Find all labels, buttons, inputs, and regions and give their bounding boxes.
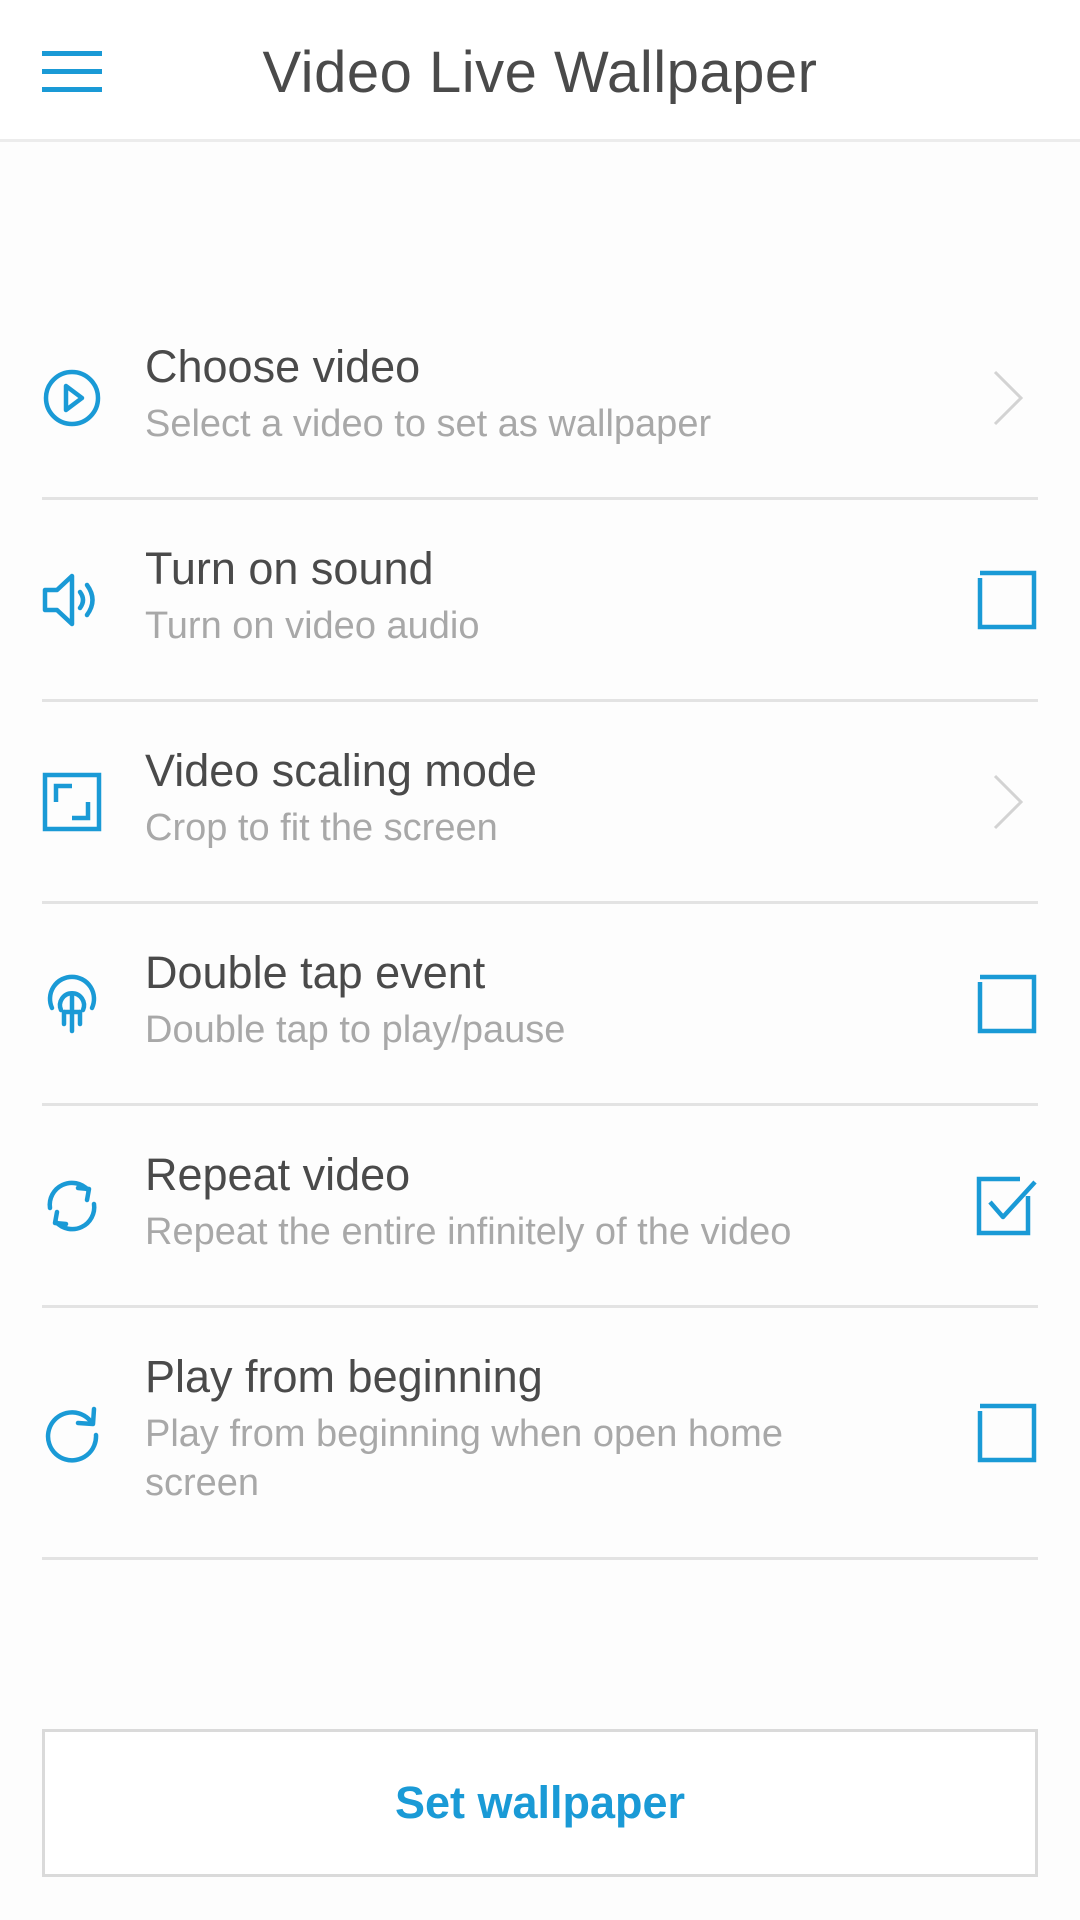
checkbox-unchecked-icon [977,570,1037,629]
page-title: Video Live Wallpaper [262,40,818,105]
settings-list: Choose video Select a video to set as wa… [42,298,1038,1560]
play-from-beginning-checkbox[interactable] [976,1402,1038,1464]
sound-checkbox[interactable] [976,569,1038,631]
setting-subtitle: Select a video to set as wallpaper [145,403,712,445]
repeat-checkbox[interactable] [976,1175,1038,1237]
tap-gesture-icon [47,974,97,1033]
speaker-icon [42,573,95,626]
play-circle-icon [43,369,101,426]
setting-double-tap-event[interactable]: Double tap event Double tap to play/paus… [42,904,1038,1106]
double-tap-checkbox[interactable] [976,973,1038,1035]
crop-frame-icon [42,772,102,831]
setting-subtitle: Double tap to play/pause [145,1009,566,1051]
setting-video-scaling-mode[interactable]: Video scaling mode Crop to fit the scree… [42,702,1038,904]
set-wallpaper-button[interactable]: Set wallpaper [42,1729,1038,1877]
checkbox-checked-icon [976,1176,1037,1235]
setting-title: Choose video [145,341,421,392]
setting-title: Video scaling mode [145,745,537,796]
setting-title: Play from beginning [145,1351,543,1402]
setting-title: Repeat video [145,1149,411,1200]
setting-subtitle: Turn on video audio [145,605,480,647]
checkbox-unchecked-icon [977,1403,1037,1462]
setting-repeat-video[interactable]: Repeat video Repeat the entire infinitel… [42,1106,1038,1308]
setting-title: Double tap event [145,947,486,998]
checkbox-unchecked-icon [977,974,1037,1033]
repeat-icon [47,1180,97,1231]
setting-play-from-beginning[interactable]: Play from beginning Play from beginning … [42,1308,1038,1560]
setting-subtitle: Repeat the entire infinitely of the vide… [145,1211,792,1253]
app-header: Video Live Wallpaper [0,0,1080,142]
setting-subtitle: Crop to fit the screen [145,807,498,849]
setting-title: Turn on sound [145,543,434,594]
setting-turn-on-sound[interactable]: Turn on sound Turn on video audio [42,500,1038,702]
chevron-right-icon [993,370,1024,425]
chevron-right-icon [993,774,1024,829]
setting-choose-video[interactable]: Choose video Select a video to set as wa… [42,298,1038,500]
setting-subtitle: Play from beginning when open home scree… [145,1413,783,1504]
restart-icon [45,1406,99,1463]
